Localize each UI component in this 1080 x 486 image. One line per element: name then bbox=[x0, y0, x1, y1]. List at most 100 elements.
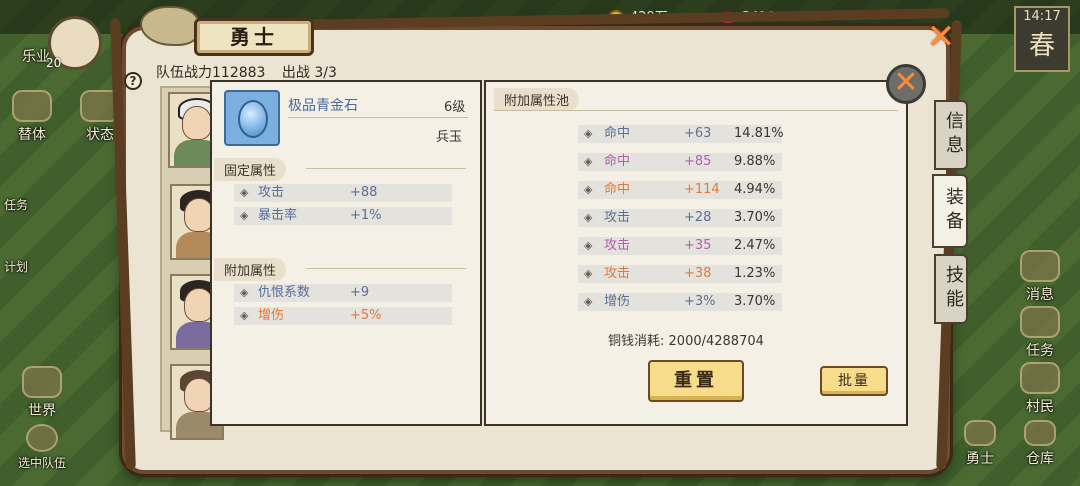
player-level: 20 bbox=[46, 56, 62, 70]
pool-stat-chance: 2.47% bbox=[734, 238, 776, 253]
pool-stat-name: 攻击 bbox=[604, 266, 631, 281]
substitute-icon bbox=[12, 90, 52, 122]
menu-selected-team[interactable]: 选中队伍 bbox=[12, 424, 72, 471]
copper-cost-value: 2000/4288704 bbox=[668, 334, 764, 349]
pool-header: 附加属性池 bbox=[494, 88, 580, 111]
pool-stat-name: 命中 bbox=[604, 182, 631, 197]
season-clock: 14:17 春 bbox=[1014, 6, 1070, 72]
pool-row: ◈ 攻击 +38 1.23% bbox=[578, 265, 782, 283]
team-power-value: 112883 bbox=[212, 65, 266, 81]
diamond-icon: ◈ bbox=[584, 211, 593, 224]
close-panel-button[interactable]: ✕ bbox=[886, 64, 926, 104]
stat-name: 暴击率 bbox=[258, 208, 298, 223]
pool-stat-value: +38 bbox=[684, 266, 712, 281]
pool-stat-value: +85 bbox=[684, 154, 712, 169]
tab-skills[interactable]: 技能 bbox=[934, 254, 968, 324]
reset-button[interactable]: 重置 bbox=[648, 360, 744, 402]
fixed-attr-header: 固定属性 bbox=[214, 158, 287, 181]
diamond-icon: ◈ bbox=[584, 267, 593, 280]
pool-row: ◈ 攻击 +28 3.70% bbox=[578, 209, 782, 227]
hero-face bbox=[182, 106, 212, 140]
diamond-icon: ◈ bbox=[240, 209, 249, 222]
pool-row: ◈ 攻击 +35 2.47% bbox=[578, 237, 782, 255]
menu-warehouse[interactable]: 仓库 bbox=[1010, 420, 1070, 468]
pool-stat-name: 命中 bbox=[604, 126, 631, 141]
batch-button[interactable]: 批量 bbox=[820, 366, 888, 396]
item-icon-box[interactable] bbox=[224, 90, 280, 146]
pool-stat-value: +114 bbox=[684, 182, 720, 197]
item-divider bbox=[288, 117, 468, 118]
fixed-stat-row: ◈ 暴击率 +1% bbox=[234, 207, 452, 225]
item-type: 兵玉 bbox=[436, 130, 463, 145]
menu-substitute[interactable]: 替体 bbox=[2, 90, 62, 144]
menu-world[interactable]: 世界 bbox=[12, 366, 72, 420]
world-icon bbox=[22, 366, 62, 398]
menu-warriors[interactable]: 勇士 bbox=[950, 420, 1010, 468]
pool-stat-chance: 9.88% bbox=[734, 154, 776, 169]
pool-row: ◈ 命中 +85 9.88% bbox=[578, 153, 782, 171]
fixed-attr-divider bbox=[306, 168, 466, 169]
team-icon bbox=[26, 424, 58, 452]
help-button[interactable]: ? bbox=[124, 72, 142, 90]
pool-row: ◈ 命中 +63 14.81% bbox=[578, 125, 784, 143]
clock-time: 14:17 bbox=[1023, 9, 1061, 24]
pool-divider bbox=[494, 110, 898, 111]
stat-name: 增伤 bbox=[258, 308, 285, 323]
tab-info[interactable]: 信息 bbox=[934, 100, 968, 170]
stat-value: +9 bbox=[350, 285, 370, 300]
pool-stat-name: 攻击 bbox=[604, 210, 631, 225]
messages-icon bbox=[1020, 250, 1060, 282]
menu-villagers[interactable]: 村民 bbox=[1010, 362, 1070, 416]
extra-stat-row: ◈ 增伤 +5% bbox=[234, 307, 452, 325]
stat-name: 攻击 bbox=[258, 185, 285, 200]
extra-attr-divider bbox=[306, 268, 466, 269]
pool-stat-chance: 4.94% bbox=[734, 182, 776, 197]
deploy-value: 3/3 bbox=[314, 65, 337, 81]
pool-row: ◈ 增伤 +3% 3.70% bbox=[578, 293, 782, 311]
pool-stat-chance: 1.23% bbox=[734, 266, 776, 281]
season-label: 春 bbox=[1028, 31, 1055, 61]
item-name: 极品青金石 bbox=[288, 98, 358, 114]
menu-quests[interactable]: 任务 bbox=[1010, 306, 1070, 360]
diamond-icon: ◈ bbox=[584, 155, 593, 168]
diamond-icon: ◈ bbox=[584, 295, 593, 308]
pool-stat-name: 命中 bbox=[604, 154, 631, 169]
pool-stat-chance: 14.81% bbox=[734, 126, 784, 141]
tab-equipment[interactable]: 装备 bbox=[932, 174, 968, 248]
copper-cost: 铜钱消耗: 2000/4288704 bbox=[608, 330, 764, 349]
stat-name: 仇恨系数 bbox=[258, 285, 311, 300]
diamond-icon: ◈ bbox=[240, 186, 249, 199]
pool-stat-chance: 3.70% bbox=[734, 294, 776, 309]
dialog-title: 勇士 bbox=[230, 25, 278, 49]
diamond-icon: ◈ bbox=[240, 309, 249, 322]
stat-value: +5% bbox=[350, 308, 382, 323]
diamond-icon: ◈ bbox=[240, 286, 249, 299]
pool-stat-name: 增伤 bbox=[604, 294, 631, 309]
menu-plan[interactable]: 计划 bbox=[0, 258, 46, 275]
team-power-label: 队伍战力 bbox=[156, 65, 212, 81]
extra-attr-header: 附加属性 bbox=[214, 258, 287, 281]
warehouse-icon bbox=[1024, 420, 1056, 446]
pool-stat-value: +3% bbox=[684, 294, 716, 309]
pool-stat-value: +63 bbox=[684, 126, 712, 141]
diamond-icon: ◈ bbox=[584, 239, 593, 252]
pool-stat-chance: 3.70% bbox=[734, 210, 776, 225]
diamond-icon: ◈ bbox=[584, 183, 593, 196]
copper-cost-label: 铜钱消耗: bbox=[608, 334, 665, 349]
deploy-label: 出战 bbox=[281, 65, 310, 81]
pool-stat-value: +28 bbox=[684, 210, 712, 225]
menu-messages[interactable]: 消息 bbox=[1010, 250, 1070, 304]
menu-task[interactable]: 任务 bbox=[0, 196, 46, 213]
lapis-gem-icon bbox=[238, 100, 268, 138]
team-power-line: 队伍战力112883 出战 3/3 bbox=[156, 62, 337, 82]
item-level: 6级 bbox=[444, 100, 466, 115]
quests-icon bbox=[1020, 306, 1060, 338]
fixed-stat-row: ◈ 攻击 +88 bbox=[234, 184, 452, 202]
diamond-icon: ◈ bbox=[584, 127, 593, 140]
stat-value: +1% bbox=[350, 208, 382, 223]
extra-stat-row: ◈ 仇恨系数 +9 bbox=[234, 284, 452, 302]
pool-stat-value: +35 bbox=[684, 238, 712, 253]
close-dialog-button[interactable]: ✕ bbox=[924, 20, 958, 56]
pool-stat-name: 攻击 bbox=[604, 238, 631, 253]
villagers-icon bbox=[1020, 362, 1060, 394]
